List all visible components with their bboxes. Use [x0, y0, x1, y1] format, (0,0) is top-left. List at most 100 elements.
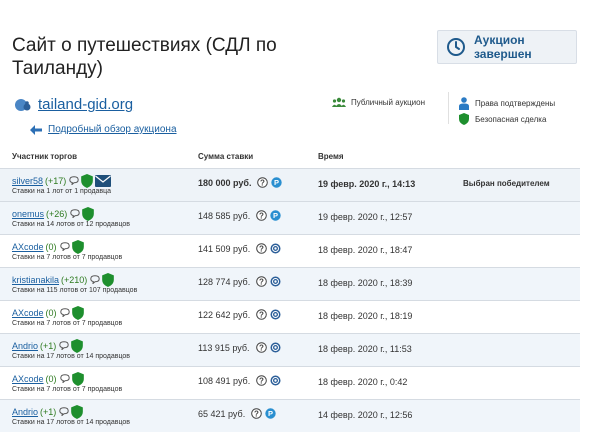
bidder-stats: Ставки на 1 лот от 1 продавца — [12, 188, 112, 195]
envelope-icon[interactable] — [95, 174, 112, 187]
column-amount: Сумма ставки — [198, 152, 254, 161]
shield-icon — [102, 272, 115, 287]
question-icon[interactable]: ? — [256, 309, 268, 320]
chat-bubble-icon[interactable] — [59, 308, 70, 317]
bid-amount-value: 148 585 руб. — [198, 210, 251, 221]
arrow-left-icon — [30, 124, 42, 135]
bidder-rating[interactable]: (0) — [46, 374, 57, 384]
person-icon — [459, 96, 469, 110]
bid-amount: 128 774 руб. ? — [198, 276, 281, 287]
svg-text:?: ? — [259, 244, 264, 253]
bid-amount-value: 122 642 руб. — [198, 309, 251, 320]
question-icon[interactable]: ? — [251, 408, 263, 419]
bid-time: 14 февр. 2020 г., 12:56 — [318, 410, 413, 420]
group-icon — [332, 97, 346, 107]
question-icon[interactable]: ? — [256, 375, 268, 386]
bidder-rating[interactable]: (0) — [46, 242, 57, 252]
table-row: AXcode (0) Ставки на 7 лотов от 7 продав… — [0, 234, 580, 267]
bid-amount: 122 642 руб. ? — [198, 309, 281, 320]
shield-icon — [81, 173, 94, 188]
question-icon[interactable]: ? — [256, 210, 268, 221]
bidder-name-link[interactable]: AXcode — [12, 242, 44, 252]
bids-table: silver58 (+17) Ставки на 1 лот от 1 прод… — [0, 168, 580, 432]
bid-time: 18 февр. 2020 г., 11:53 — [318, 344, 412, 354]
bid-time: 19 февр. 2020 г., 12:57 — [318, 212, 413, 222]
column-time: Время — [318, 152, 344, 161]
bidder-stats: Ставки на 17 лотов от 14 продавцов — [12, 419, 131, 426]
bid-amount-value: 108 491 руб. — [198, 375, 251, 386]
bid-amount-value: 180 000 руб. — [198, 177, 252, 188]
chat-bubble-icon[interactable] — [59, 407, 69, 416]
bidder-rating[interactable]: (+17) — [45, 176, 66, 186]
bidder-rating[interactable]: (0) — [46, 308, 57, 318]
bidder-name-link[interactable]: onemus — [12, 209, 44, 219]
bidder-stats: Ставки на 7 лотов от 7 продавцов — [12, 386, 123, 393]
bidder-rating[interactable]: (+1) — [40, 407, 56, 417]
question-icon[interactable]: ? — [256, 243, 268, 254]
deal-badges: Права подтверждены Безопасная сделка — [459, 96, 555, 128]
bidder-name-link[interactable]: Andrio — [12, 341, 38, 351]
auction-status-badge: Аукцион завершен — [437, 30, 577, 64]
chat-bubble-icon[interactable] — [69, 176, 79, 185]
bid-time: 19 февр. 2020 г., 14:13 — [318, 179, 416, 189]
info-divider — [448, 92, 449, 124]
table-row: Andrio (+1) Ставки на 17 лотов от 14 про… — [0, 333, 580, 366]
bidder-rating[interactable]: (+1) — [40, 341, 56, 351]
table-row: AXcode (0) Ставки на 7 лотов от 7 продав… — [0, 300, 580, 333]
bid-time: 18 февр. 2020 г., 18:39 — [318, 278, 413, 288]
bid-amount: 108 491 руб. ? — [198, 375, 281, 386]
chat-bubble-icon[interactable] — [90, 275, 101, 284]
site-domain-link[interactable]: tailand-gid.org — [38, 96, 133, 113]
bidder-name-link[interactable]: kristianakila — [12, 275, 59, 285]
bid-time: 18 февр. 2020 г., 0:42 — [318, 377, 408, 387]
chat-bubble-icon[interactable] — [59, 242, 70, 251]
payment-system-icon — [270, 375, 281, 386]
payment-system-icon — [270, 276, 281, 287]
table-row: onemus (+26) Ставки на 14 лотов от 12 пр… — [0, 201, 580, 234]
auction-status-text: Аукцион завершен — [474, 33, 532, 61]
column-bidder: Участник торгов — [12, 152, 78, 161]
public-auction-label: Публичный аукцион — [332, 97, 425, 107]
payment-system-icon: P — [265, 408, 276, 419]
bidder-name-link[interactable]: Andrio — [12, 407, 38, 417]
svg-text:?: ? — [259, 310, 264, 319]
bidder-rating[interactable]: (+26) — [46, 209, 67, 219]
bidder-name-link[interactable]: AXcode — [12, 374, 44, 384]
svg-text:?: ? — [259, 277, 264, 286]
shield-icon — [71, 404, 84, 419]
winner-status: Выбран победителем — [463, 179, 550, 188]
chat-bubble-icon[interactable] — [59, 341, 69, 350]
safe-deal-text: Безопасная сделка — [475, 114, 547, 124]
bid-amount: 148 585 руб. ? P — [198, 210, 281, 221]
question-icon[interactable]: ? — [256, 276, 268, 287]
question-icon[interactable]: ? — [257, 177, 269, 188]
review-link-row[interactable]: Подробный обзор аукциона — [30, 124, 177, 135]
bidder-name-link[interactable]: silver58 — [12, 176, 43, 186]
bid-time: 18 февр. 2020 г., 18:19 — [318, 311, 413, 321]
payment-system-icon — [270, 342, 281, 353]
payment-system-icon — [270, 309, 281, 320]
bidder-stats: Ставки на 17 лотов от 14 продавцов — [12, 353, 131, 360]
bidder-stats: Ставки на 115 лотов от 107 продавцов — [12, 287, 138, 294]
bidder-rating[interactable]: (+210) — [61, 275, 87, 285]
rights-confirmed-text: Права подтверждены — [475, 98, 556, 108]
shield-icon — [82, 206, 95, 221]
page-title: Сайт о путешествиях (СДЛ по Таиланду) — [12, 35, 277, 79]
auction-review-link[interactable]: Подробный обзор аукциона — [48, 124, 177, 135]
svg-text:?: ? — [259, 211, 264, 220]
bidder-name-link[interactable]: AXcode — [12, 308, 44, 318]
bidder-stats: Ставки на 7 лотов от 7 продавцов — [12, 320, 123, 327]
chat-bubble-icon[interactable] — [70, 209, 80, 218]
rights-confirmed-badge: Права подтверждены — [459, 96, 555, 110]
shield-icon — [71, 239, 84, 254]
svg-text:P: P — [268, 409, 273, 418]
chat-bubble-icon[interactable] — [59, 374, 70, 383]
svg-text:?: ? — [261, 178, 266, 187]
bid-amount-value: 113 915 руб. — [198, 342, 250, 353]
shield-icon — [71, 305, 84, 320]
question-icon[interactable]: ? — [255, 342, 267, 353]
site-link-row: tailand-gid.org — [14, 96, 133, 113]
bids-table-header: Участник торгов Сумма ставки Время — [0, 148, 580, 168]
clock-icon — [447, 38, 465, 56]
bid-amount-value: 65 421 руб. — [198, 408, 246, 419]
